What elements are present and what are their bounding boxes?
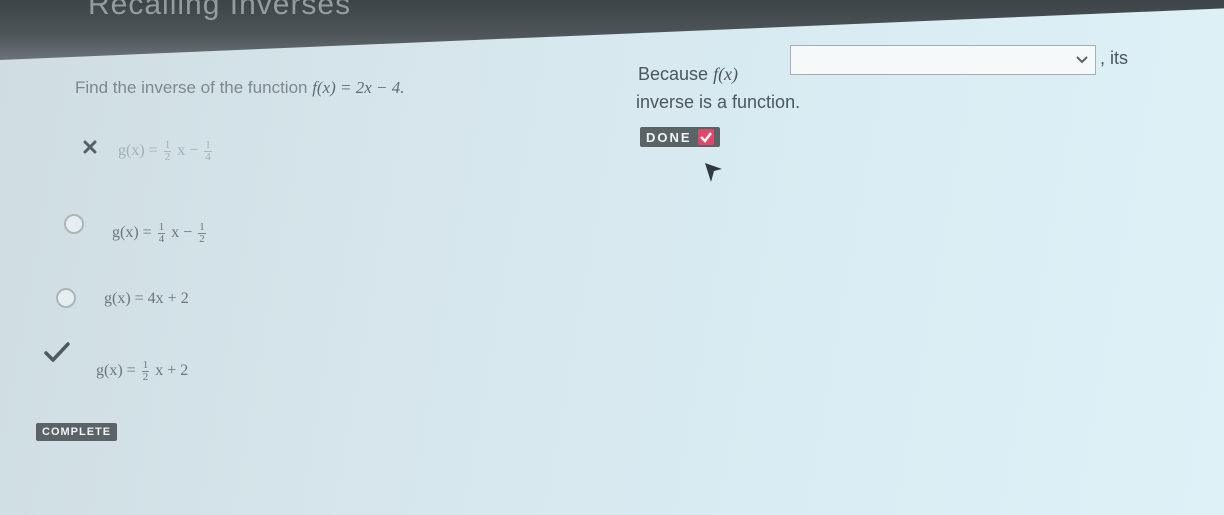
frac-den: 2 bbox=[142, 371, 149, 383]
its-text: , its bbox=[1100, 48, 1129, 68]
option-1-fraction-a: 12 bbox=[163, 140, 172, 163]
option-3-text: g(x) = 4x + 2 bbox=[104, 290, 189, 307]
mouse-cursor-icon bbox=[705, 163, 722, 182]
lesson-title: Recalling Inverses bbox=[88, 0, 352, 21]
answer-option-4[interactable]: g(x) = 12 x + 2 bbox=[96, 360, 188, 383]
option-2-fraction-a: 14 bbox=[157, 222, 166, 245]
answer-option-3[interactable]: g(x) = 4x + 2 bbox=[104, 290, 189, 308]
answer-option-2[interactable]: g(x) = 14 x − 12 bbox=[112, 222, 208, 245]
option-2-radio[interactable] bbox=[64, 214, 84, 234]
done-button[interactable]: DONE bbox=[640, 127, 720, 147]
option-2-lhs: g(x) = bbox=[112, 224, 156, 242]
question-prefix: Find the inverse of the function bbox=[75, 78, 313, 97]
option-1-fraction-b: 14 bbox=[204, 140, 212, 163]
because-label: Because bbox=[638, 64, 714, 84]
frac-den: 2 bbox=[164, 151, 171, 163]
question-text: Find the inverse of the function f(x) = … bbox=[75, 78, 405, 98]
option-2-mid: x − bbox=[167, 224, 197, 242]
frac-den: 2 bbox=[199, 233, 205, 245]
option-4-lhs: g(x) = bbox=[96, 362, 140, 380]
frac-den: 4 bbox=[205, 151, 211, 163]
done-label: DONE bbox=[646, 129, 692, 145]
incorrect-x-icon bbox=[83, 140, 97, 154]
option-2-fraction-b: 12 bbox=[198, 222, 206, 245]
inverse-text: inverse is a function. bbox=[636, 92, 801, 112]
complete-badge: COMPLETE bbox=[36, 423, 118, 441]
answer-option-1[interactable]: g(x) = 12 x − 14 bbox=[118, 140, 214, 163]
answer-dropdown[interactable] bbox=[790, 45, 1096, 75]
option-1-lhs: g(x) = bbox=[118, 142, 162, 160]
because-fx: f(x) bbox=[713, 64, 739, 84]
done-check-icon bbox=[697, 129, 714, 145]
option-1-mid: x − bbox=[173, 142, 203, 160]
option-3-radio[interactable] bbox=[56, 288, 76, 308]
frac-den: 4 bbox=[158, 233, 165, 245]
correct-check-icon bbox=[44, 342, 70, 362]
question-function: f(x) = 2x − 4. bbox=[312, 78, 405, 97]
option-4-fraction: 12 bbox=[141, 360, 150, 383]
chevron-down-icon bbox=[1076, 56, 1088, 64]
option-4-mid: x + 2 bbox=[151, 362, 189, 380]
because-text: Because f(x) bbox=[638, 64, 738, 85]
